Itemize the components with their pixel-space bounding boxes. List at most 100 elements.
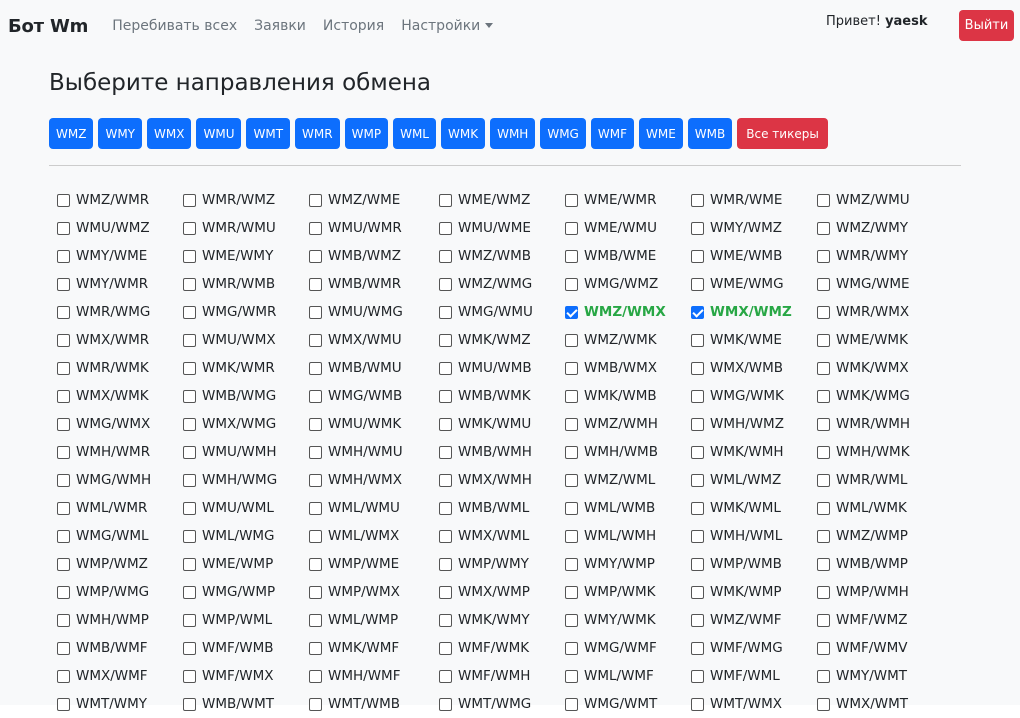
checkbox-icon[interactable]: [817, 221, 830, 235]
checkbox-icon[interactable]: [183, 445, 196, 459]
ticker-button-wmr[interactable]: WMR: [295, 118, 340, 149]
checkbox-icon[interactable]: [817, 277, 830, 291]
checkbox-icon[interactable]: [691, 221, 704, 235]
checkbox-icon[interactable]: [817, 613, 830, 627]
ticker-button-wmh[interactable]: WMH: [490, 118, 536, 149]
checkbox-icon[interactable]: [57, 333, 70, 347]
pair-checkbox-wmt-wmy[interactable]: WMT/WMY: [57, 696, 183, 712]
pair-checkbox-wmz-wmp[interactable]: WMZ/WMP: [817, 528, 942, 544]
pair-checkbox-wmy-wme[interactable]: WMY/WME: [57, 248, 183, 264]
checkbox-icon[interactable]: [565, 473, 578, 487]
pair-checkbox-wml-wmp[interactable]: WML/WMP: [309, 612, 439, 628]
checkbox-icon[interactable]: [309, 697, 322, 711]
pair-checkbox-wmx-wmf[interactable]: WMX/WMF: [57, 668, 183, 684]
checkbox-icon[interactable]: [439, 669, 452, 683]
pair-checkbox-wmk-wmz[interactable]: WMK/WMZ: [439, 332, 565, 348]
pair-checkbox-wmh-wmf[interactable]: WMH/WMF: [309, 668, 439, 684]
pair-checkbox-wmu-wmr[interactable]: WMU/WMR: [309, 220, 439, 236]
pair-checkbox-wmb-wmg[interactable]: WMB/WMG: [183, 388, 309, 404]
pair-checkbox-wmz-wme[interactable]: WMZ/WME: [309, 192, 439, 208]
pair-checkbox-wmg-wmt[interactable]: WMG/WMT: [565, 696, 691, 712]
pair-checkbox-wmf-wmx[interactable]: WMF/WMX: [183, 668, 309, 684]
pair-checkbox-wmp-wmx[interactable]: WMP/WMX: [309, 584, 439, 600]
checkbox-icon[interactable]: [309, 417, 322, 431]
pair-checkbox-wmt-wmb[interactable]: WMT/WMB: [309, 696, 439, 712]
pair-checkbox-wmf-wmb[interactable]: WMF/WMB: [183, 640, 309, 656]
checkbox-icon[interactable]: [691, 389, 704, 403]
pair-checkbox-wmb-wmr[interactable]: WMB/WMR: [309, 276, 439, 292]
checkbox-icon[interactable]: [309, 389, 322, 403]
checkbox-icon[interactable]: [57, 697, 70, 711]
pair-checkbox-wmr-wme[interactable]: WMR/WME: [691, 192, 817, 208]
pair-checkbox-wmp-wme[interactable]: WMP/WME: [309, 556, 439, 572]
checkbox-icon[interactable]: [183, 417, 196, 431]
ticker-button-wme[interactable]: WME: [638, 118, 683, 149]
pair-checkbox-wmx-wmh[interactable]: WMX/WMH: [439, 472, 565, 488]
checkbox-icon[interactable]: [183, 641, 196, 655]
checkbox-icon[interactable]: [817, 417, 830, 431]
pair-checkbox-wmk-wmy[interactable]: WMK/WMY: [439, 612, 565, 628]
checkbox-icon[interactable]: [817, 305, 830, 319]
checkbox-icon[interactable]: [183, 585, 196, 599]
all-tickers-button[interactable]: Все тикеры: [737, 118, 828, 149]
pair-checkbox-wmk-wmu[interactable]: WMK/WMU: [439, 416, 565, 432]
pair-checkbox-wmk-wmx[interactable]: WMK/WMX: [817, 360, 942, 376]
checkbox-icon[interactable]: [309, 445, 322, 459]
checkbox-icon[interactable]: [691, 641, 704, 655]
pair-checkbox-wme-wmu[interactable]: WME/WMU: [565, 220, 691, 236]
checkbox-icon[interactable]: [183, 193, 196, 207]
pair-checkbox-wmb-wme[interactable]: WMB/WME: [565, 248, 691, 264]
checkbox-icon[interactable]: [817, 557, 830, 571]
logout-button[interactable]: Выйти: [959, 10, 1014, 41]
checkbox-icon[interactable]: [57, 249, 70, 263]
checkbox-icon[interactable]: [183, 613, 196, 627]
checkbox-icon[interactable]: [565, 193, 578, 207]
pair-checkbox-wml-wmx[interactable]: WML/WMX: [309, 528, 439, 544]
checkbox-icon[interactable]: [565, 417, 578, 431]
pair-checkbox-wml-wmh[interactable]: WML/WMH: [565, 528, 691, 544]
checkbox-icon[interactable]: [309, 529, 322, 543]
checkbox-icon[interactable]: [309, 613, 322, 627]
pair-checkbox-wmr-wmx[interactable]: WMR/WMX: [817, 304, 942, 320]
checkbox-icon[interactable]: [439, 305, 452, 319]
pair-checkbox-wmg-wmk[interactable]: WMG/WMK: [691, 388, 817, 404]
checkbox-icon[interactable]: [183, 277, 196, 291]
checkbox-icon[interactable]: [439, 221, 452, 235]
ticker-button-wmy[interactable]: WMY: [98, 118, 143, 149]
checkbox-icon[interactable]: [691, 417, 704, 431]
pair-checkbox-wme-wmb[interactable]: WME/WMB: [691, 248, 817, 264]
pair-checkbox-wmk-wmr[interactable]: WMK/WMR: [183, 360, 309, 376]
checkbox-icon[interactable]: [565, 221, 578, 235]
pair-checkbox-wmp-wmz[interactable]: WMP/WMZ: [57, 556, 183, 572]
checkbox-icon[interactable]: [817, 445, 830, 459]
pair-checkbox-wmz-wmb[interactable]: WMZ/WMB: [439, 248, 565, 264]
pair-checkbox-wmh-wmp[interactable]: WMH/WMP: [57, 612, 183, 628]
pair-checkbox-wmp-wmg[interactable]: WMP/WMG: [57, 584, 183, 600]
pair-checkbox-wmy-wmp[interactable]: WMY/WMP: [565, 556, 691, 572]
checkbox-icon[interactable]: [691, 613, 704, 627]
brand-logo[interactable]: Бот Wm: [8, 16, 88, 37]
checkbox-icon[interactable]: [691, 361, 704, 375]
pair-checkbox-wmu-wmx[interactable]: WMU/WMX: [183, 332, 309, 348]
ticker-button-wmk[interactable]: WMK: [440, 118, 486, 149]
checkbox-icon[interactable]: [183, 529, 196, 543]
pair-checkbox-wmf-wmk[interactable]: WMF/WMK: [439, 640, 565, 656]
checkbox-icon[interactable]: [565, 389, 578, 403]
checkbox-icon[interactable]: [565, 277, 578, 291]
checkbox-icon[interactable]: [183, 249, 196, 263]
pair-checkbox-wmr-wmu[interactable]: WMR/WMU: [183, 220, 309, 236]
checkbox-icon[interactable]: [183, 333, 196, 347]
checkbox-icon[interactable]: [691, 249, 704, 263]
checkbox-icon[interactable]: [817, 697, 830, 711]
pair-checkbox-wmp-wmb[interactable]: WMP/WMB: [691, 556, 817, 572]
pair-checkbox-wmk-wmb[interactable]: WMK/WMB: [565, 388, 691, 404]
checkbox-icon[interactable]: [565, 641, 578, 655]
pair-checkbox-wmk-wme[interactable]: WMK/WME: [691, 332, 817, 348]
checkbox-icon[interactable]: [57, 641, 70, 655]
checkbox-icon[interactable]: [817, 193, 830, 207]
checkbox-icon[interactable]: [565, 557, 578, 571]
nav-history[interactable]: История: [323, 18, 384, 34]
checkbox-icon[interactable]: [691, 557, 704, 571]
pair-checkbox-wmg-wmh[interactable]: WMG/WMH: [57, 472, 183, 488]
ticker-button-wmg[interactable]: WMG: [540, 118, 586, 149]
